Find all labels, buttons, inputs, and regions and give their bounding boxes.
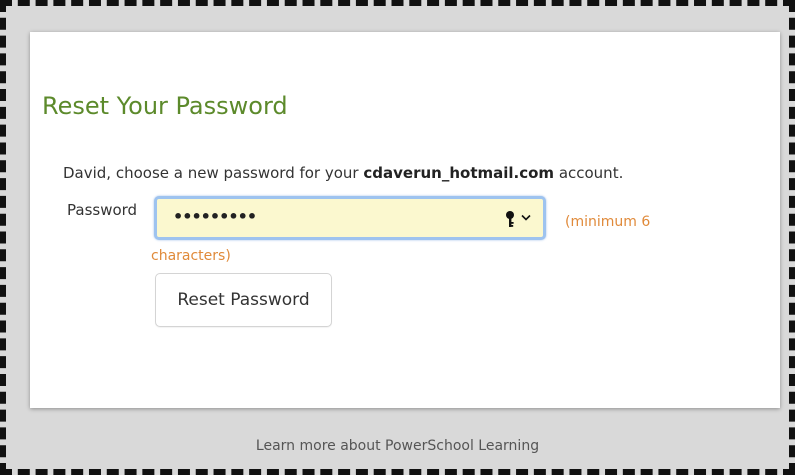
reset-password-button[interactable]: Reset Password — [155, 273, 332, 327]
account-name: cdaverun_hotmail.com — [363, 164, 555, 182]
page-title: Reset Your Password — [42, 92, 288, 120]
password-label: Password — [67, 201, 138, 219]
reset-password-card: Reset Your Password David, choose a new … — [30, 32, 780, 408]
intro-prefix: David, choose a new password for your — [63, 164, 364, 182]
intro-text: David, choose a new password for your cd… — [63, 164, 623, 182]
password-masked-value: ••••••••• — [173, 207, 257, 226]
intro-suffix: account. — [554, 164, 624, 182]
footer-learn-more-link[interactable]: Learn more about PowerSchool Learning — [0, 438, 795, 454]
password-hint-line1: (minimum 6 — [565, 214, 651, 230]
password-hint-line2: characters) — [151, 248, 231, 264]
password-field[interactable]: ••••••••• — [154, 196, 546, 240]
key-icon[interactable] — [503, 210, 517, 228]
chevron-down-icon[interactable] — [521, 214, 531, 222]
